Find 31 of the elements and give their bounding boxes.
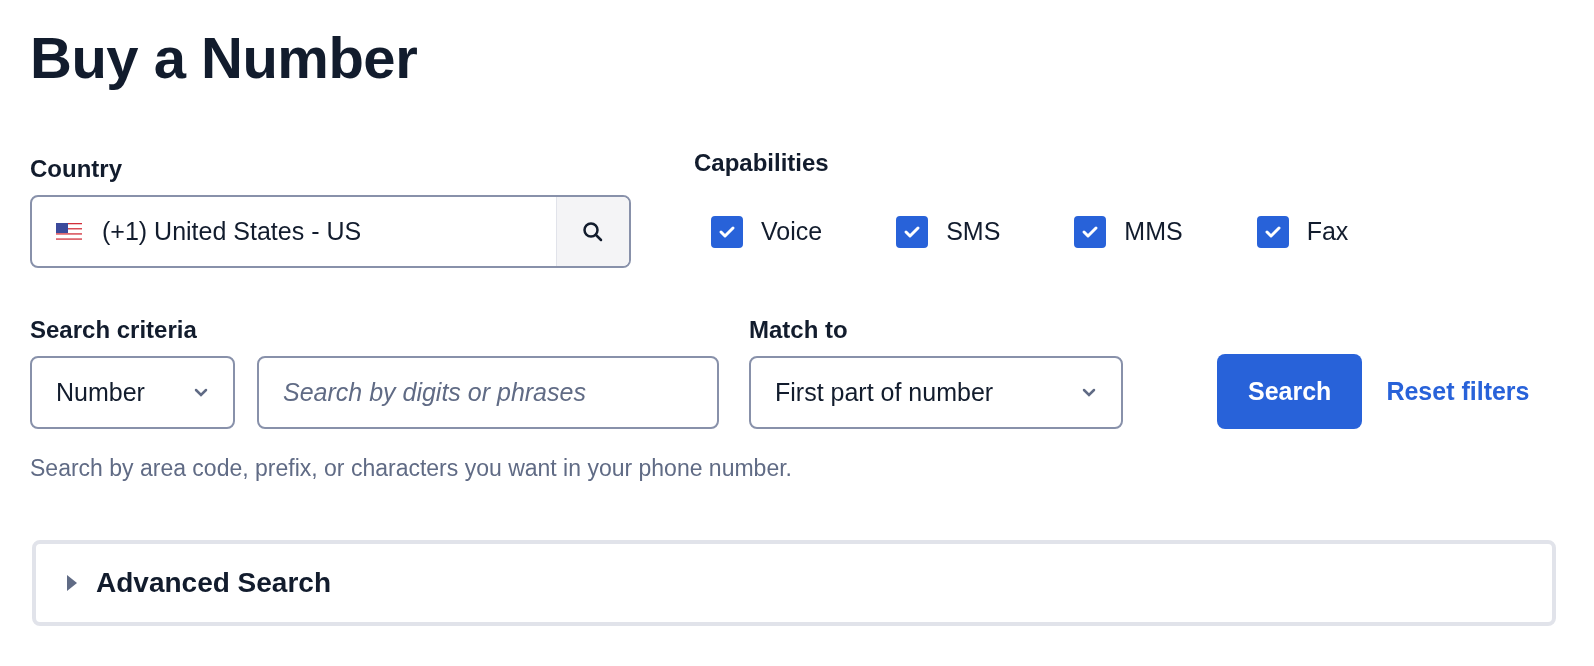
search-field[interactable]: Search by digits or phrases	[257, 356, 719, 429]
advanced-search-panel[interactable]: Advanced Search	[32, 540, 1556, 626]
checkbox[interactable]	[1256, 215, 1289, 248]
field-label: Capabilities	[694, 148, 830, 178]
reset-link[interactable]: Reset filters	[1386, 354, 1530, 429]
criteria-select[interactable]: Number	[30, 356, 235, 429]
field-label: Search criteria	[30, 315, 198, 345]
check-icon	[903, 224, 922, 239]
checkbox-label: MMS	[1124, 217, 1183, 246]
check-icon	[1263, 224, 1282, 239]
checkbox[interactable]	[896, 215, 929, 248]
help-text: Search by area code, prefix, or characters you want in your phone number.	[30, 455, 793, 482]
search-button[interactable]: Search	[1217, 354, 1363, 429]
check-icon	[718, 224, 736, 239]
field-label: Country	[30, 154, 123, 184]
flag-icon	[56, 222, 82, 241]
match-select[interactable]: First part of number	[749, 356, 1123, 429]
chevron-down-icon	[1081, 387, 1097, 398]
checkbox[interactable]	[711, 215, 743, 248]
checkbox-label: Fax	[1306, 217, 1349, 246]
chevron-down-icon	[193, 387, 209, 398]
checkbox-label: SMS	[946, 217, 1001, 246]
panel-title: Advanced Search	[96, 567, 331, 599]
country-field[interactable]: (+1) United States - US	[30, 195, 631, 268]
page-title: Buy a Number	[30, 24, 419, 92]
search-icon	[581, 219, 605, 244]
search-button[interactable]	[556, 197, 629, 266]
checkbox[interactable]	[1074, 215, 1107, 248]
check-icon	[1081, 224, 1100, 239]
field-label: Match to	[749, 315, 849, 345]
checkbox-label: Voice	[761, 217, 823, 246]
